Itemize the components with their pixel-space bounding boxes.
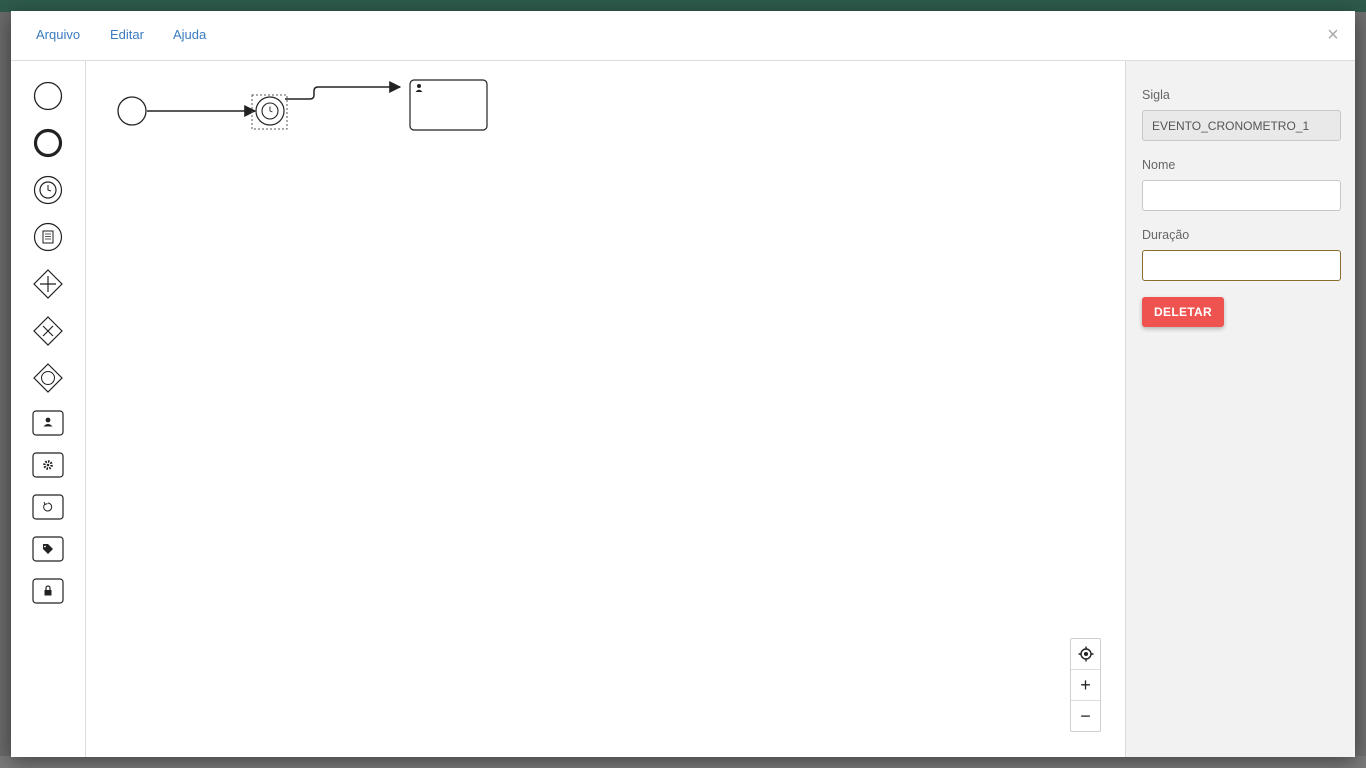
menu-editar[interactable]: Editar xyxy=(110,27,144,42)
palette-tag-task[interactable] xyxy=(32,533,64,565)
timer-event-icon xyxy=(33,175,63,205)
lock-task-icon xyxy=(32,578,64,604)
delete-button[interactable]: DELETAR xyxy=(1142,297,1224,327)
diagram-start-event[interactable] xyxy=(117,96,147,126)
close-button[interactable]: × xyxy=(1323,23,1343,47)
end-event-icon xyxy=(33,128,63,158)
inclusive-gateway-icon xyxy=(33,363,63,393)
zoom-out-button[interactable]: − xyxy=(1071,701,1100,732)
fit-view-button[interactable] xyxy=(1071,639,1100,670)
properties-panel: Sigla Nome Duração DELETAR xyxy=(1125,61,1355,757)
palette-exclusive-gateway[interactable] xyxy=(32,315,64,347)
message-event-icon xyxy=(33,222,63,252)
zoom-controls: + − xyxy=(1070,638,1101,732)
loop-task-icon xyxy=(32,494,64,520)
menu-ajuda[interactable]: Ajuda xyxy=(173,27,206,42)
service-task-icon xyxy=(32,452,64,478)
target-icon xyxy=(1078,646,1093,662)
tag-task-icon xyxy=(32,536,64,562)
sigla-label: Sigla xyxy=(1142,88,1170,102)
parallel-gateway-icon xyxy=(33,269,63,299)
palette-parallel-gateway[interactable] xyxy=(32,268,64,300)
start-event-icon xyxy=(33,81,63,111)
palette-timer-event[interactable] xyxy=(32,174,64,206)
element-palette xyxy=(11,61,86,757)
menu-arquivo[interactable]: Arquivo xyxy=(36,27,80,42)
zoom-in-button[interactable]: + xyxy=(1071,670,1100,701)
diagram-canvas[interactable]: + − xyxy=(86,61,1125,757)
palette-end-event[interactable] xyxy=(32,127,64,159)
sequence-flow-2[interactable] xyxy=(285,81,402,100)
duracao-label: Duração xyxy=(1142,228,1190,242)
palette-loop-task[interactable] xyxy=(32,491,64,523)
palette-service-task[interactable] xyxy=(32,449,64,481)
palette-inclusive-gateway[interactable] xyxy=(32,362,64,394)
bpmn-editor-modal: Arquivo Editar Ajuda × + − Sigla EVENTO_… xyxy=(11,11,1355,757)
nome-input[interactable] xyxy=(1142,180,1341,211)
sigla-input[interactable] xyxy=(1142,110,1341,141)
duracao-input[interactable] xyxy=(1142,250,1341,281)
page-footer-backdrop xyxy=(0,756,1366,768)
palette-start-event[interactable] xyxy=(32,80,64,112)
diagram-timer-event[interactable] xyxy=(251,94,288,130)
nome-label: Nome xyxy=(1142,158,1176,172)
exclusive-gateway-icon xyxy=(33,316,63,346)
palette-lock-task[interactable] xyxy=(32,575,64,607)
user-task-icon xyxy=(32,410,64,436)
page-backdrop xyxy=(0,12,11,756)
menu-bar: Arquivo Editar Ajuda × xyxy=(11,11,1355,61)
diagram-user-task[interactable] xyxy=(409,79,488,131)
palette-message-event[interactable] xyxy=(32,221,64,253)
palette-user-task[interactable] xyxy=(32,407,64,439)
